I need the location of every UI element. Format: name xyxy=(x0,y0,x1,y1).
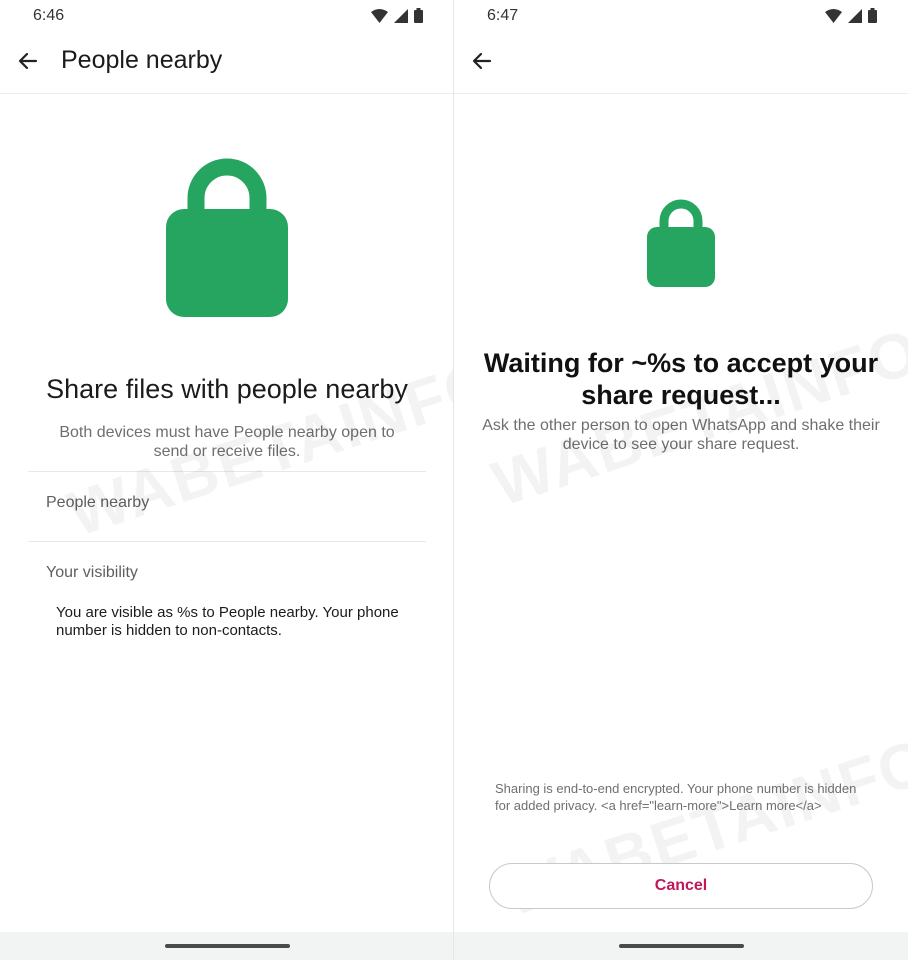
navigation-bar xyxy=(454,932,908,960)
people-nearby-row[interactable]: People nearby xyxy=(46,494,149,512)
wifi-icon xyxy=(371,8,388,23)
cell-signal-icon xyxy=(848,8,862,23)
left-screen: 6:46 People nearby Share files with peop… xyxy=(0,0,454,960)
appbar-divider xyxy=(454,93,908,94)
battery-icon xyxy=(414,8,423,23)
lock-icon xyxy=(166,158,288,317)
right-screen: 6:47 Waiting for ~%s to accept your shar… xyxy=(454,0,908,960)
battery-icon xyxy=(868,8,877,23)
wifi-icon xyxy=(825,8,842,23)
subtitle: Both devices must have People nearby ope… xyxy=(59,424,395,460)
back-arrow-icon[interactable] xyxy=(470,49,494,73)
encryption-note: Sharing is end-to-end encrypted. Your ph… xyxy=(495,781,857,813)
page-title: People nearby xyxy=(61,46,223,74)
lock-icon xyxy=(647,199,715,287)
gesture-handle[interactable] xyxy=(619,944,744,948)
divider xyxy=(28,541,426,542)
cancel-button[interactable]: Cancel xyxy=(489,863,873,909)
visibility-description: You are visible as %s to People nearby. … xyxy=(56,604,399,639)
back-arrow-icon[interactable] xyxy=(16,49,40,73)
status-icons xyxy=(371,8,423,23)
heading: Share files with people nearby xyxy=(46,374,408,404)
navigation-bar xyxy=(0,932,454,960)
status-icons xyxy=(825,8,877,23)
divider xyxy=(28,471,426,472)
cell-signal-icon xyxy=(394,8,408,23)
your-visibility-row[interactable]: Your visibility xyxy=(46,564,138,582)
appbar-divider xyxy=(0,93,454,94)
gesture-handle[interactable] xyxy=(165,944,290,948)
status-time: 6:47 xyxy=(487,7,519,24)
waiting-subtitle: Ask the other person to open WhatsApp an… xyxy=(482,417,880,453)
waiting-heading: Waiting for ~%s to accept your share req… xyxy=(483,348,879,410)
status-time: 6:46 xyxy=(33,7,65,24)
